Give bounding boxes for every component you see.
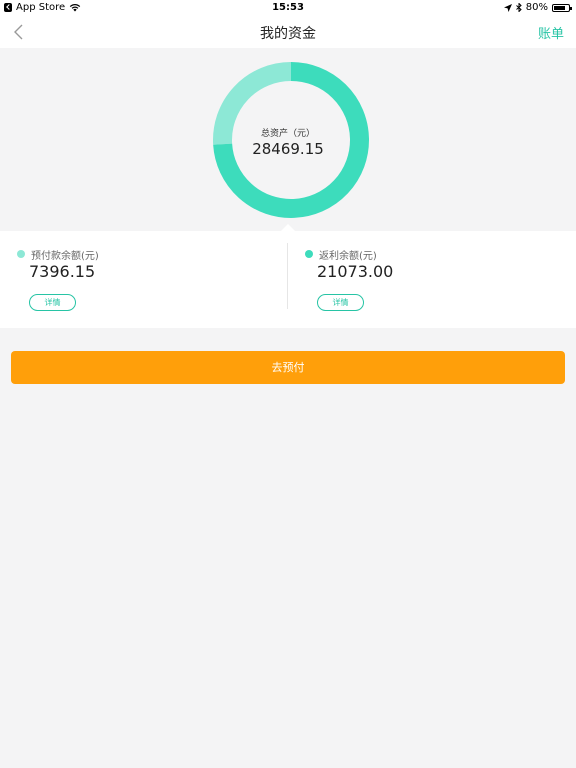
location-icon — [503, 3, 512, 12]
rebate-dot — [305, 250, 313, 258]
asset-summary: 总资产（元） 28469.15 — [0, 48, 576, 231]
prepaid-balance-card: 预付款余额(元) 7396.15 详情 — [0, 231, 287, 328]
battery-percent: 80% — [525, 2, 548, 13]
total-assets-label: 总资产（元） — [260, 129, 315, 139]
prepay-button[interactable]: 去预付 — [11, 351, 565, 384]
summary-pointer — [281, 224, 295, 231]
rebate-balance-card: 返利余额(元) 21073.00 详情 — [288, 231, 575, 328]
account-cards: 预付款余额(元) 7396.15 详情 返利余额(元) 21073.00 详情 — [0, 231, 576, 328]
status-time: 15:53 — [272, 2, 304, 13]
prepaid-balance-label: 预付款余额(元) — [31, 251, 99, 262]
bill-link[interactable]: 账单 — [538, 23, 564, 42]
status-bar: App Store 15:53 80% — [0, 0, 576, 16]
page-title: 我的资金 — [260, 26, 316, 42]
battery-icon — [552, 3, 572, 12]
status-bar-right: 80% — [503, 2, 572, 13]
prepaid-balance-amount: 7396.15 — [29, 262, 96, 281]
rebate-balance-label: 返利余额(元) — [319, 251, 377, 262]
bluetooth-icon — [515, 3, 522, 12]
total-assets-value: 28469.15 — [252, 140, 324, 158]
rebate-detail-button[interactable]: 详情 — [317, 294, 364, 311]
prepaid-detail-button[interactable]: 详情 — [29, 294, 76, 311]
nav-bar: 我的资金 账单 — [0, 16, 576, 48]
rebate-balance-amount: 21073.00 — [317, 262, 394, 281]
prepaid-dot — [17, 250, 25, 258]
